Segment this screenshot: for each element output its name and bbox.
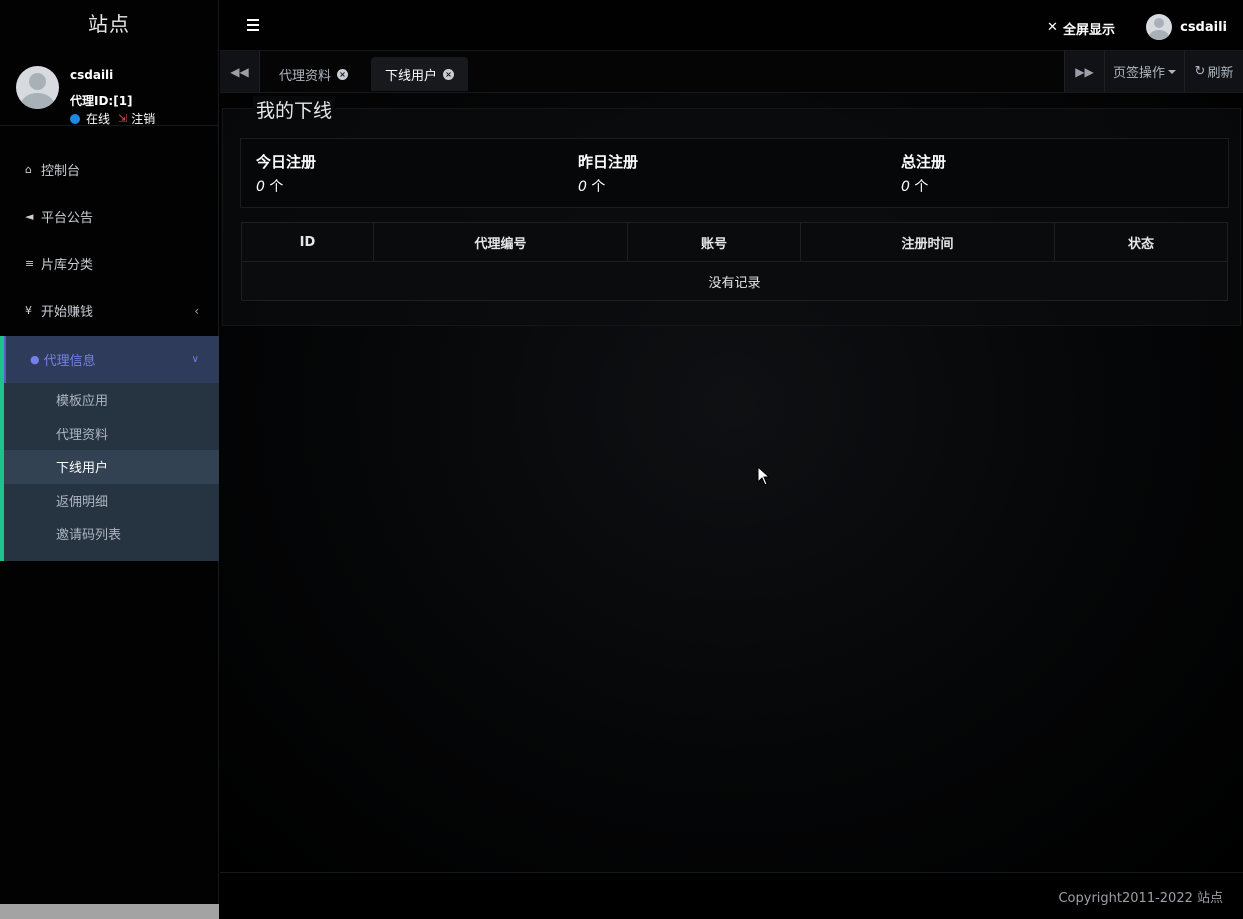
refresh-label: 刷新 [1207, 66, 1234, 81]
sidebar-item-earn[interactable]: ¥ 开始赚钱 ‹ [0, 287, 219, 334]
logout-link[interactable]: 注销 [131, 110, 155, 127]
sidebar-item-label: 片库分类 [41, 258, 94, 273]
stat-label: 总注册 [901, 153, 947, 171]
column-header-status[interactable]: 状态 [1054, 222, 1228, 262]
chevron-down-icon: ∨ [191, 354, 199, 365]
stat-total: 总注册 0 个 [901, 151, 946, 196]
sidebar-item-agent-info[interactable]: ● 代理信息 ∨ [4, 336, 219, 383]
tab-operations-dropdown[interactable]: 页签操作 [1104, 51, 1184, 92]
bullhorn-icon: ◄ [25, 210, 34, 223]
table-row: 没有记录 [241, 261, 1228, 301]
sidebar-menu: ⌂ 控制台 ◄ 平台公告 ≡ 片库分类 ¥ 开始赚钱 ‹ [0, 146, 219, 334]
sidebar-group-agent-info: ● 代理信息 ∨ 模板应用 代理资料 下线用户 返佣明细 邀请码列表 [0, 336, 219, 561]
online-label: 在线 [86, 112, 111, 126]
sidebar-subitem-invite-codes[interactable]: 邀请码列表 [4, 517, 219, 551]
sidebar: 站点 csdaili 代理ID:[1] 在线 ⇲ 注销 ⌂ 控制台 ◄ 平台公告… [0, 0, 219, 919]
list-icon: ≡ [25, 257, 35, 270]
refresh-icon: ↻ [1194, 64, 1206, 79]
column-header-id[interactable]: ID [241, 222, 374, 262]
yen-icon: ¥ [25, 304, 32, 317]
backward-icon: ◀◀ [230, 64, 249, 79]
agent-id: 代理ID:[1] [70, 94, 133, 108]
stat-value: 0 个 [901, 179, 929, 195]
top-navbar: 全屏显示 csdaili [220, 0, 1243, 51]
downline-panel: 我的下线 今日注册 0 个 昨日注册 0 个 总注册 0 个 ID 代理编号 账… [222, 96, 1241, 326]
tab-ops-label: 页签操作 [1112, 66, 1165, 81]
tabs-bar: ◀◀ 代理资料 × 下线用户 × ▶▶ 页签操作 ↻ 刷新 [220, 51, 1243, 93]
stat-yesterday: 昨日注册 0 个 [578, 151, 638, 196]
column-header-agent-no[interactable]: 代理编号 [373, 222, 628, 262]
user-panel: csdaili 代理ID:[1] 在线 ⇲ 注销 [0, 50, 218, 126]
stat-value: 0 个 [578, 179, 606, 195]
stat-value: 0 个 [256, 179, 284, 195]
mouse-cursor-icon [757, 466, 770, 486]
sidebar-item-announcements[interactable]: ◄ 平台公告 [0, 193, 219, 240]
user-icon: ● [30, 353, 40, 366]
user-name: csdaili [70, 68, 114, 82]
close-icon[interactable]: × [337, 68, 349, 80]
stat-today: 今日注册 0 个 [256, 151, 316, 196]
sidebar-subitem-commission[interactable]: 返佣明细 [4, 484, 219, 518]
empty-message: 没有记录 [241, 261, 1228, 301]
tab-scroll-right-button[interactable]: ▶▶ [1064, 51, 1104, 92]
downline-table: ID 代理编号 账号 注册时间 状态 没有记录 [241, 222, 1228, 301]
sidebar-item-dashboard[interactable]: ⌂ 控制台 [0, 146, 219, 193]
column-header-account[interactable]: 账号 [627, 222, 801, 262]
sidebar-scrollbar[interactable] [0, 904, 219, 919]
home-icon: ⌂ [25, 163, 32, 176]
user-menu[interactable]: csdaili [1146, 14, 1227, 40]
stat-label: 今日注册 [256, 153, 317, 171]
footer: Copyright2011-2022 站点 [220, 872, 1243, 919]
menu-toggle-icon[interactable] [247, 19, 259, 34]
avatar [1146, 14, 1173, 40]
refresh-button[interactable]: ↻ 刷新 [1184, 51, 1243, 92]
tab-downline-users[interactable]: 下线用户 × [371, 57, 469, 91]
registration-stats: 今日注册 0 个 昨日注册 0 个 总注册 0 个 [240, 138, 1229, 208]
table-header-row: ID 代理编号 账号 注册时间 状态 [241, 222, 1228, 262]
fullscreen-label: 全屏显示 [1062, 23, 1115, 38]
tab-label: 代理资料 [279, 68, 332, 84]
sign-out-icon[interactable]: ⇲ [118, 112, 127, 125]
fullscreen-button[interactable]: 全屏显示 [1047, 19, 1115, 39]
sidebar-item-label: 平台公告 [41, 211, 94, 226]
sidebar-subitem-templates[interactable]: 模板应用 [4, 383, 219, 417]
expand-icon [1047, 20, 1059, 35]
avatar [16, 66, 59, 109]
site-title[interactable]: 站点 [0, 0, 218, 50]
caret-down-icon [1168, 69, 1176, 74]
stat-label: 昨日注册 [578, 153, 639, 171]
column-header-register-time[interactable]: 注册时间 [800, 222, 1055, 262]
sidebar-item-categories[interactable]: ≡ 片库分类 [0, 240, 219, 287]
tab-scroll-left-button[interactable]: ◀◀ [220, 51, 260, 92]
sidebar-subitem-agent-profile[interactable]: 代理资料 [4, 417, 219, 451]
main-content: 我的下线 今日注册 0 个 昨日注册 0 个 总注册 0 个 ID 代理编号 账… [220, 93, 1243, 872]
forward-icon: ▶▶ [1075, 64, 1094, 79]
sidebar-item-label: 代理信息 [43, 354, 96, 369]
chevron-left-icon: ‹ [194, 303, 199, 318]
sidebar-item-label: 控制台 [41, 164, 81, 179]
top-username: csdaili [1180, 19, 1227, 35]
sidebar-item-label: 开始赚钱 [41, 305, 94, 320]
sidebar-subitem-downline-users[interactable]: 下线用户 [4, 450, 219, 484]
tab-label: 下线用户 [385, 68, 438, 84]
online-dot-icon [70, 113, 80, 124]
copyright-text: Copyright2011-2022 站点 [1058, 890, 1223, 906]
user-status: 在线 ⇲ 注销 [70, 110, 155, 127]
page-title: 我的下线 [253, 96, 336, 123]
close-icon[interactable]: × [443, 68, 455, 80]
tab-agent-profile[interactable]: 代理资料 × [265, 57, 362, 91]
